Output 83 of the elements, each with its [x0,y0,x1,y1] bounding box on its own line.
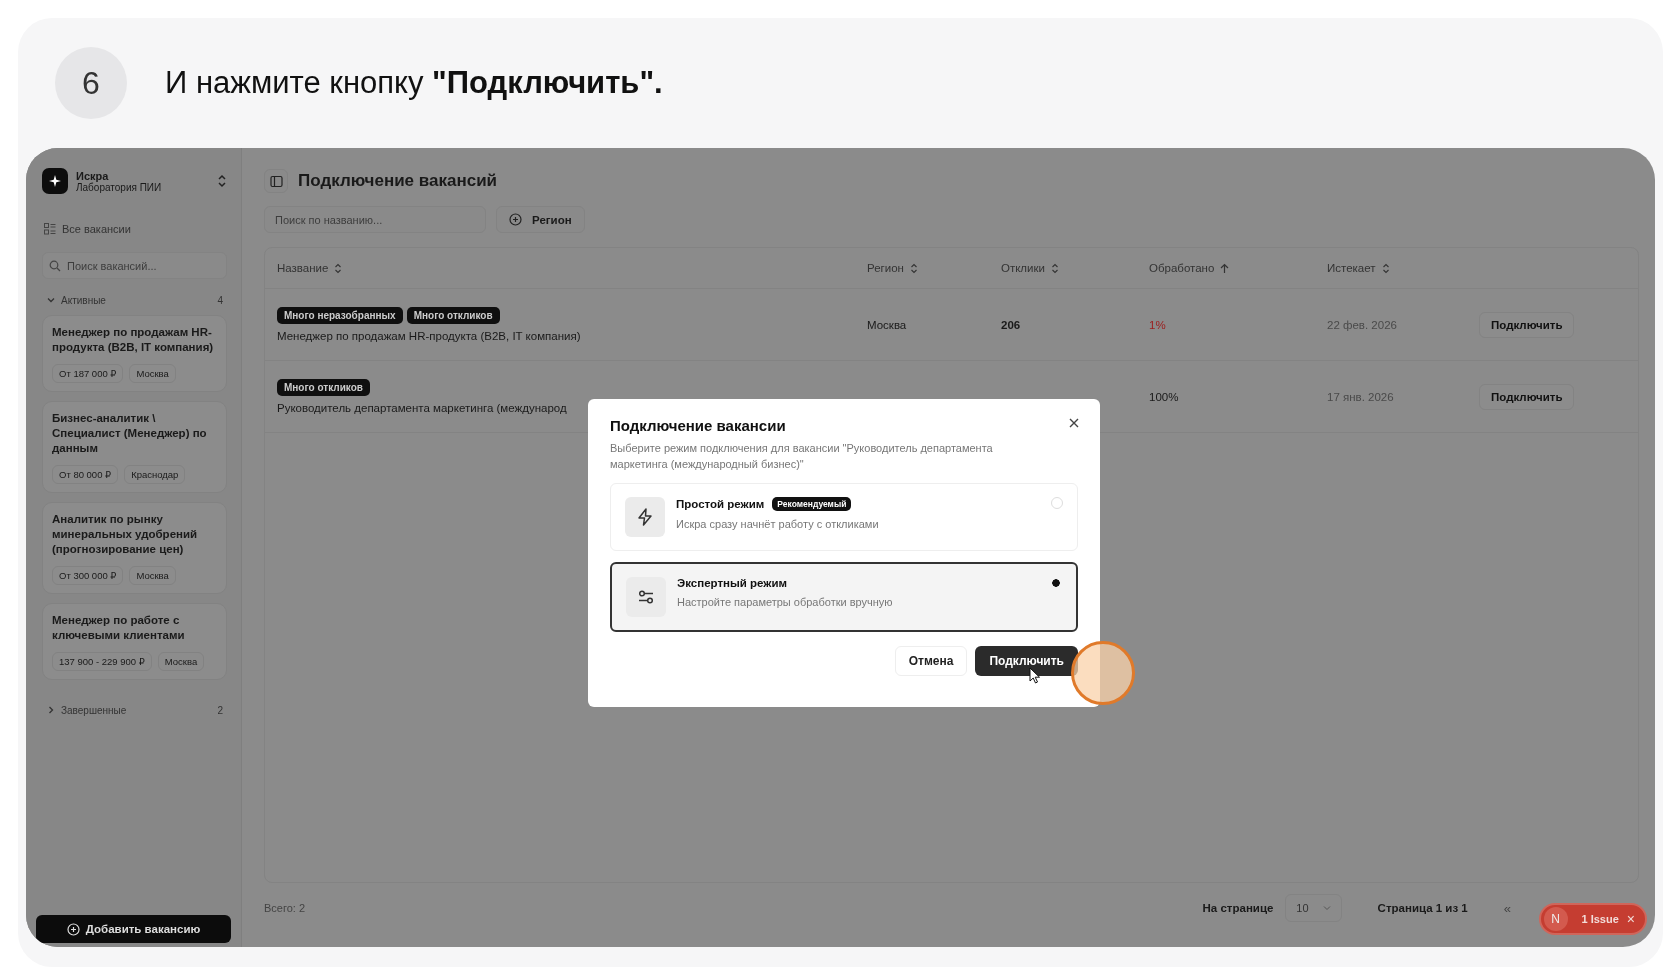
column-header[interactable]: Регион [867,262,1001,274]
option-title: Простой режим [676,498,765,510]
column-header[interactable]: Истекает [1327,262,1479,274]
city-chip: Москва [129,364,176,383]
org-name: Искра [76,169,109,182]
dialog-description: Выберите режим подключения для вакансии "Руководитель департамента маркетинга (международный бизнес)" [610,441,994,472]
group-header[interactable]: Активные 4 [42,293,227,307]
close-badge-button[interactable]: × [1626,911,1635,927]
vacancy-title: Менеджер по работе с ключевыми клиентами [52,613,186,643]
sidebar-toggle-icon[interactable] [264,169,288,193]
status-tag: Много неразобранных [277,307,403,324]
cancel-button[interactable]: Отмена [894,646,968,676]
column-header[interactable]: Название [277,262,867,274]
all-vacancies-link[interactable]: Все вакансии [42,220,227,238]
group-count: 2 [217,704,223,716]
column-header[interactable]: Отклики [1001,262,1149,274]
column-header[interactable]: Обработано [1149,262,1327,274]
salary-chip: От 80 000 ₽ [52,465,119,484]
page-info: Страница 1 из 1 [1377,902,1468,914]
add-vacancy-button[interactable]: Добавить вакансию [36,915,231,943]
vacancy-title: Менеджер по продажам HR-продукта (B2B, IT компания) [52,325,215,355]
sliders-icon [626,577,666,617]
close-icon[interactable] [1068,417,1080,429]
vacancy-title: Бизнес-аналитик \ Специалист (Менеджер) по данным [52,411,208,456]
search-icon [49,260,61,272]
group-count: 4 [217,294,223,306]
plus-circle-icon [509,213,522,226]
vacancy-card[interactable]: Бизнес-аналитик \ Специалист (Менеджер) по данным От 80 000 ₽ Краснодар [42,401,227,493]
vacancy-title: Менеджер по продажам HR-продукта (B2B, IT компания) [277,330,582,342]
per-page-label: На странице [1202,902,1274,914]
connect-button[interactable]: Подключить [975,646,1078,676]
vacancy-card[interactable]: Аналитик по рынку минеральных удобрений (прогнозирование цен) От 300 000 ₽ Москва [42,502,227,594]
mode-option[interactable]: Экспертный режим Настройте параметры обработки вручную [610,562,1078,632]
chevron-down-icon [1322,905,1331,911]
salary-chip: От 300 000 ₽ [52,566,124,585]
org-subtitle: Лаборатория ПИИ [76,181,163,193]
avatar: N [1543,907,1568,931]
expiry-date: 17 янв. 2026 [1327,390,1394,403]
issue-label: 1 Issue [1581,913,1619,925]
list-icon [44,223,56,235]
option-title: Экспертный режим [677,577,788,589]
salary-chip: 137 900 - 229 900 ₽ [52,652,152,671]
issue-badge[interactable]: N 1 Issue × [1538,903,1647,935]
step-instruction: И нажмите кнопку "Подключить". [165,65,663,101]
group-header[interactable]: Завершенные 2 [42,703,227,717]
vacancy-card[interactable]: Менеджер по работе с ключевыми клиентами 137 900 - 229 900 ₽ Москва [42,603,227,680]
total-count: Всего: 2 [264,902,306,914]
lightning-icon [625,497,665,537]
region-cell: Москва [867,318,907,331]
first-page-button[interactable]: « [1497,899,1517,917]
vacancy-title: Руководитель департамента маркетинга (международ [277,402,568,414]
city-chip: Краснодар [124,465,186,484]
option-description: Искра сразу начнёт работу с откликами [676,518,880,530]
city-chip: Москва [129,566,176,585]
salary-chip: От 187 000 ₽ [52,364,124,383]
radio-button[interactable] [1050,577,1062,589]
connect-button[interactable]: Подключить [1479,311,1575,338]
cursor-icon [1029,667,1041,684]
search-field[interactable]: Поиск по названию... [264,206,486,233]
vacancy-title: Аналитик по рынку минеральных удобрений (прогнозирование цен) [52,512,199,557]
page-title: Подключение вакансий [298,171,498,191]
vacancy-card[interactable]: Менеджер по продажам HR-продукта (B2B, IT компания) От 187 000 ₽ Москва [42,315,227,392]
option-description: Настройте параметры обработки вручную [677,596,894,608]
mode-option[interactable]: Простой режим Рекомендуемый Искра сразу начнёт работу с откликами [610,483,1078,551]
status-tag: Много откликов [406,307,500,324]
group-label: Активные [61,294,107,306]
region-filter-button[interactable]: Регион [496,206,585,233]
search-field[interactable]: Поиск вакансий... [42,252,227,279]
responses-cell: 206 [1001,318,1021,331]
city-chip: Москва [157,652,205,671]
step-number: 6 [55,47,127,119]
recommended-badge: Рекомендуемый [772,497,852,511]
plus-circle-icon [66,922,80,936]
sparkle-logo-icon [42,168,68,194]
expiry-date: 22 фев. 2026 [1327,318,1397,331]
status-tag: Много откликов [277,379,370,396]
dialog-title: Подключение вакансии [610,417,786,434]
per-page-select[interactable]: 10 [1285,894,1342,922]
group-label: Завершенные [61,704,128,716]
processed-cell: 100% [1149,390,1179,403]
connect-button[interactable]: Подключить [1479,383,1575,410]
processed-cell: 1% [1149,318,1166,331]
chevron-up-down-icon[interactable] [217,174,227,188]
